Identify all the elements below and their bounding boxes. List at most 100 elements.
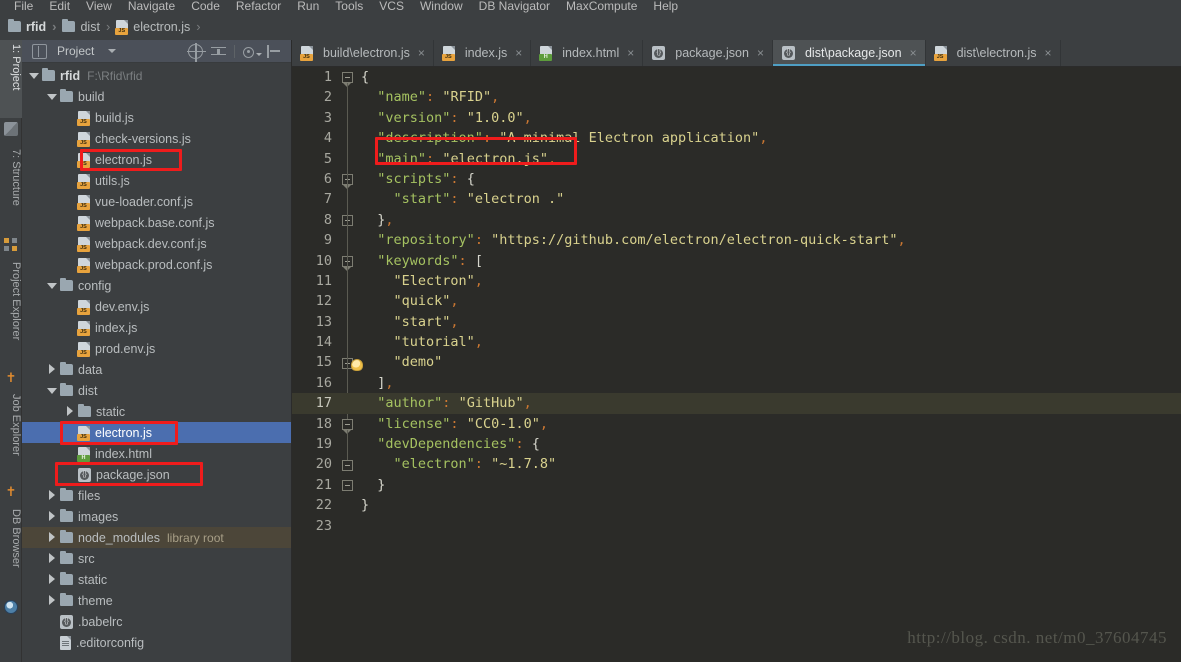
line-number: 19: [315, 436, 332, 453]
breadcrumb-item-electron-js[interactable]: electron.js ›: [115, 19, 206, 35]
tree-item-src[interactable]: src: [22, 548, 291, 569]
tree-item--babelrc[interactable]: .babelrc: [22, 611, 291, 632]
collapse-all-icon[interactable]: [211, 44, 226, 59]
editor-tab-index-html[interactable]: index.html ×: [531, 40, 644, 66]
locate-icon[interactable]: [187, 42, 206, 62]
close-icon[interactable]: ×: [418, 46, 425, 60]
tree-item-build[interactable]: build: [22, 86, 291, 107]
code-line: 18 "license": "CC0-1.0",: [292, 414, 1181, 434]
panel-view-icon[interactable]: [32, 43, 47, 59]
tree-item-label: config: [78, 278, 112, 293]
line-number: 22: [315, 497, 332, 514]
tree-item-dev-env-js[interactable]: dev.env.js: [22, 296, 291, 317]
chevron-right-icon[interactable]: [46, 553, 57, 564]
menu-item-window[interactable]: Window: [412, 0, 471, 13]
tree-item-static[interactable]: static: [22, 401, 291, 422]
hide-panel-icon[interactable]: [266, 44, 281, 59]
tree-item-label: theme: [78, 593, 113, 608]
menu-item-edit[interactable]: Edit: [41, 0, 78, 13]
breadcrumb-item-dist[interactable]: dist ›: [62, 19, 116, 34]
code-text: "main": "electron.js",: [377, 150, 557, 167]
menu-item-run[interactable]: Run: [289, 0, 327, 13]
chevron-down-icon[interactable]: [46, 280, 57, 291]
tree-item-files[interactable]: files: [22, 485, 291, 506]
tree-item-vue-loader-conf-js[interactable]: vue-loader.conf.js: [22, 191, 291, 212]
tree-item-static[interactable]: static: [22, 569, 291, 590]
chevron-down-icon[interactable]: [28, 70, 39, 81]
chevron-right-icon[interactable]: [46, 595, 57, 606]
js-file-icon: [77, 173, 90, 189]
close-icon[interactable]: ×: [757, 46, 764, 60]
tree-item-utils-js[interactable]: utils.js: [22, 170, 291, 191]
tree-item-node_modules[interactable]: node_modules library root: [22, 527, 291, 548]
chevron-right-icon[interactable]: [46, 511, 57, 522]
close-icon[interactable]: ×: [1044, 46, 1051, 60]
sidebar-item-db-browser[interactable]: DB Browser: [0, 505, 22, 597]
code-text: "author": "GitHub",: [377, 395, 532, 412]
menu-item-navigate[interactable]: Navigate: [120, 0, 183, 13]
folder-icon: [60, 362, 73, 375]
tree-item-build-js[interactable]: build.js: [22, 107, 291, 128]
chevron-right-icon[interactable]: [46, 364, 57, 375]
chevron-down-icon[interactable]: [46, 91, 57, 102]
close-icon[interactable]: ×: [627, 46, 634, 60]
chevron-down-icon[interactable]: [256, 52, 262, 56]
js-file-icon: [77, 425, 90, 441]
project-tree[interactable]: rfid F:\Rfid\rfid build build.js check-versi…: [22, 63, 291, 653]
breadcrumb-item-rfid[interactable]: rfid ›: [8, 19, 62, 34]
editor-tab-dist-package-json[interactable]: dist\package.json ×: [772, 40, 926, 66]
tree-item--editorconfig[interactable]: .editorconfig: [22, 632, 291, 653]
chevron-right-icon[interactable]: [64, 406, 75, 417]
editor-tab-package-json[interactable]: package.json ×: [643, 40, 773, 66]
menu-item-refactor[interactable]: Refactor: [228, 0, 289, 13]
menu-item-tools[interactable]: Tools: [327, 0, 371, 13]
tree-item-electron-js[interactable]: electron.js: [22, 422, 291, 443]
tree-item-theme[interactable]: theme: [22, 590, 291, 611]
editor-tab-index-js[interactable]: index.js ×: [433, 40, 532, 66]
chevron-down-icon[interactable]: [46, 385, 57, 396]
sidebar-item-job-explorer[interactable]: Job Explorer: [0, 390, 22, 482]
menu-item-file[interactable]: File: [6, 0, 41, 13]
tree-item-config[interactable]: config: [22, 275, 291, 296]
menu-item-maxcompute[interactable]: MaxCompute: [558, 0, 645, 13]
tree-item-package-json[interactable]: package.json: [22, 464, 291, 485]
code-editor[interactable]: 1{2 "name": "RFID", 3 "version": "1.0.0",…: [292, 67, 1181, 662]
chevron-down-icon[interactable]: [108, 49, 117, 53]
sidebar-item-project-explorer[interactable]: Project Explorer: [0, 258, 22, 368]
tree-item-index-js[interactable]: index.js: [22, 317, 291, 338]
tree-item-webpack-base-conf-js[interactable]: webpack.base.conf.js: [22, 212, 291, 233]
close-icon[interactable]: ×: [910, 46, 917, 60]
close-icon[interactable]: ×: [515, 46, 522, 60]
tree-item-rfid[interactable]: rfid F:\Rfid\rfid: [22, 65, 291, 86]
editor-tab-dist-electron-js[interactable]: dist\electron.js ×: [925, 40, 1061, 66]
line-number: 5: [323, 150, 332, 167]
editor-tab-build-electron-js[interactable]: build\electron.js ×: [292, 40, 434, 66]
gear-icon[interactable]: [243, 46, 254, 58]
tree-item-images[interactable]: images: [22, 506, 291, 527]
menu-item-help[interactable]: Help: [645, 0, 686, 13]
tree-item-label: prod.env.js: [95, 341, 156, 356]
menu-item-vcs[interactable]: VCS: [371, 0, 412, 13]
code-text: "keywords": [: [377, 252, 483, 269]
menu-item-code[interactable]: Code: [183, 0, 228, 13]
chevron-right-icon[interactable]: [46, 490, 57, 501]
tree-item-label: electron.js: [95, 425, 152, 440]
tree-item-webpack-dev-conf-js[interactable]: webpack.dev.conf.js: [22, 233, 291, 254]
tree-item-index-html[interactable]: index.html: [22, 443, 291, 464]
sidebar-item-project[interactable]: 1: Project: [0, 40, 22, 118]
chevron-right-icon[interactable]: [46, 532, 57, 543]
tree-item-prod-env-js[interactable]: prod.env.js: [22, 338, 291, 359]
sidebar-item-structure[interactable]: 7: Structure: [0, 145, 22, 235]
menu-item-db-navigator[interactable]: DB Navigator: [471, 0, 558, 13]
tree-item-data[interactable]: data: [22, 359, 291, 380]
tree-item-label: check-versions.js: [95, 131, 191, 146]
chevron-right-icon[interactable]: [46, 574, 57, 585]
tree-item-electron-js[interactable]: electron.js: [22, 149, 291, 170]
menu-item-view[interactable]: View: [78, 0, 120, 13]
tree-item-webpack-prod-conf-js[interactable]: webpack.prod.conf.js: [22, 254, 291, 275]
tree-item-check-versions-js[interactable]: check-versions.js: [22, 128, 291, 149]
tree-item-dist[interactable]: dist: [22, 380, 291, 401]
